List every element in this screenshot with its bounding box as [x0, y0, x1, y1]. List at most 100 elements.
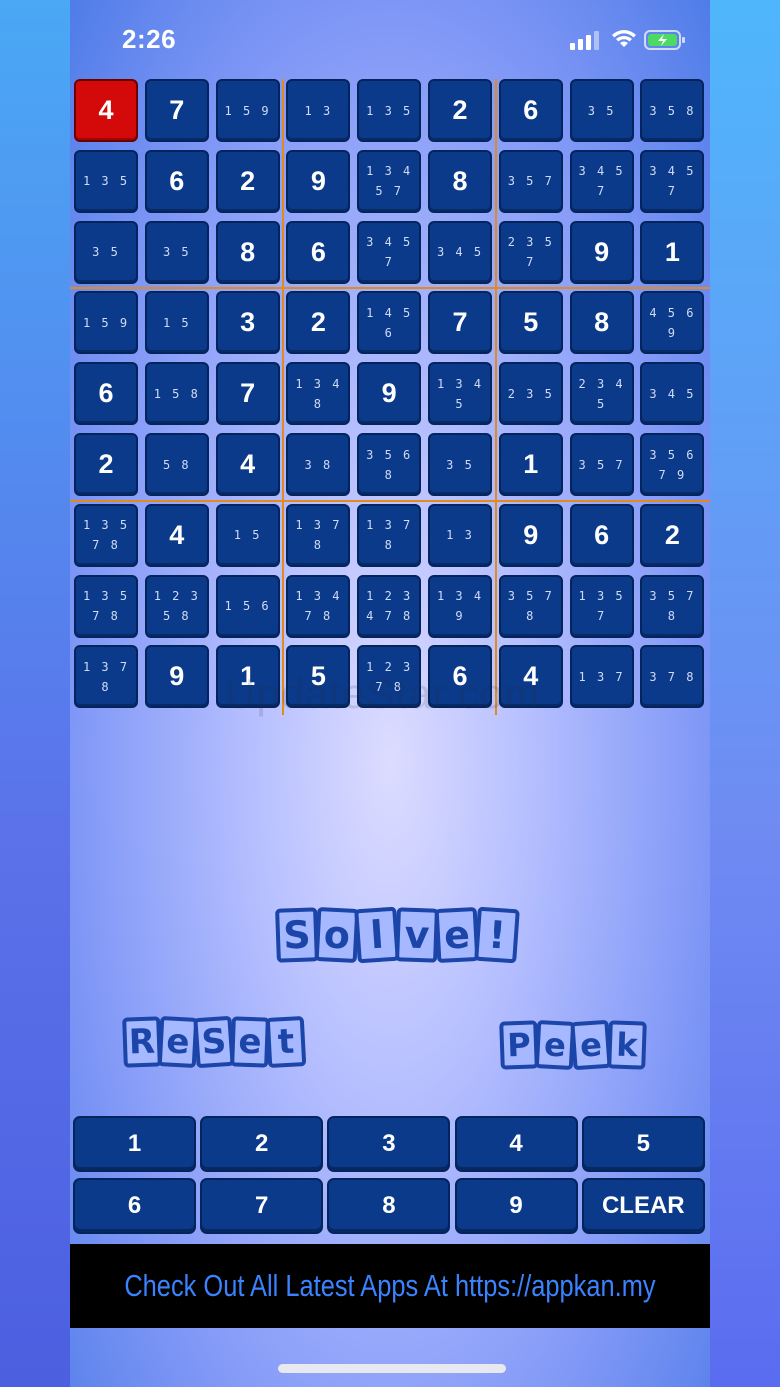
home-indicator[interactable]	[278, 1364, 506, 1373]
sudoku-cell-r7c8[interactable]: 6	[569, 503, 634, 567]
sudoku-cell-r4c6[interactable]: 7	[428, 291, 492, 355]
sudoku-cell-r7c5[interactable]: 1 3 7 8	[357, 503, 422, 567]
sudoku-cell-r3c2[interactable]: 3 5	[144, 220, 209, 284]
keypad-number-3[interactable]: 3	[327, 1116, 451, 1172]
sudoku-cell-r1c1[interactable]: 4	[74, 79, 138, 142]
sudoku-cell-r2c3[interactable]: 2	[215, 149, 280, 213]
sudoku-cell-r1c5[interactable]: 1 3 5	[357, 79, 422, 142]
peek-letter: e	[570, 1019, 612, 1071]
sudoku-cell-r7c9[interactable]: 2	[640, 503, 705, 567]
sudoku-cell-r6c4[interactable]: 3 8	[286, 433, 351, 496]
sudoku-cell-r5c1[interactable]: 6	[74, 362, 138, 426]
sudoku-cell-r5c6[interactable]: 1 3 4 5	[428, 362, 492, 426]
sudoku-cell-r2c2[interactable]: 6	[144, 149, 209, 213]
solve-button[interactable]: So l v e!	[275, 906, 520, 964]
sudoku-cell-r8c6[interactable]: 1 3 4 9	[428, 574, 492, 638]
sudoku-cell-r3c5[interactable]: 3 4 5 7	[357, 220, 422, 284]
sudoku-cell-r7c2[interactable]: 4	[144, 503, 209, 567]
cell-value: 8	[452, 165, 468, 196]
sudoku-cell-r7c1[interactable]: 1 3 5 7 8	[74, 503, 138, 567]
sudoku-cell-r5c8[interactable]: 2 3 4 5	[569, 362, 634, 426]
cell-value: 2	[452, 95, 468, 125]
keypad-number-2[interactable]: 2	[200, 1116, 324, 1172]
keypad-number-9[interactable]: 9	[454, 1178, 578, 1234]
sudoku-cell-r7c4[interactable]: 1 3 7 8	[286, 503, 351, 567]
sudoku-cell-r8c3[interactable]: 1 5 6	[215, 574, 280, 638]
sudoku-cell-r4c4[interactable]: 2	[286, 291, 351, 355]
keypad-number-8[interactable]: 8	[327, 1178, 451, 1234]
sudoku-cell-r8c7[interactable]: 3 5 7 8	[498, 574, 563, 638]
sudoku-cell-r2c7[interactable]: 3 5 7	[498, 149, 563, 213]
sudoku-cell-r8c5[interactable]: 1 2 3 4 7 8	[357, 574, 422, 638]
sudoku-cell-r9c1[interactable]: 1 3 7 8	[74, 645, 138, 709]
sudoku-cell-r5c2[interactable]: 1 5 8	[144, 362, 209, 426]
sudoku-cell-r6c9[interactable]: 3 5 6 7 9	[640, 433, 705, 496]
cell-candidates: 1 3	[446, 528, 474, 543]
cell-value: 4	[98, 95, 114, 125]
sudoku-cell-r3c3[interactable]: 8	[215, 220, 280, 284]
sudoku-cell-r8c9[interactable]: 3 5 7 8	[640, 574, 705, 638]
sudoku-cell-r5c4[interactable]: 1 3 4 8	[286, 362, 351, 426]
ad-banner[interactable]: Check Out All Latest Apps At https://app…	[70, 1244, 710, 1328]
keypad-number-5[interactable]: 5	[581, 1116, 705, 1172]
sudoku-cell-r2c8[interactable]: 3 4 5 7	[569, 149, 634, 213]
keypad-number-1[interactable]: 1	[73, 1116, 196, 1172]
sudoku-cell-r2c4[interactable]: 9	[286, 149, 351, 213]
sudoku-cell-r4c1[interactable]: 1 5 9	[74, 291, 138, 355]
sudoku-cell-r1c8[interactable]: 3 5	[569, 79, 634, 142]
sudoku-cell-r1c9[interactable]: 3 5 8	[640, 79, 705, 142]
sudoku-cell-r1c2[interactable]: 7	[144, 79, 209, 142]
sudoku-cell-r3c1[interactable]: 3 5	[74, 220, 138, 284]
sudoku-cell-r9c2[interactable]: 9	[144, 645, 209, 709]
sudoku-cell-r8c4[interactable]: 1 3 4 7 8	[286, 574, 351, 638]
sudoku-cell-r6c2[interactable]: 5 8	[144, 433, 209, 496]
cell-candidates: 5 8	[162, 457, 191, 472]
sudoku-cell-r7c6[interactable]: 1 3	[428, 503, 492, 567]
sudoku-cell-r6c8[interactable]: 3 5 7	[569, 433, 634, 496]
sudoku-cell-r9c9[interactable]: 3 7 8	[640, 645, 705, 709]
reset-letter: t	[265, 1016, 307, 1068]
cell-value: 7	[240, 378, 256, 409]
sudoku-cell-r2c6[interactable]: 8	[428, 149, 492, 213]
keypad-number-4[interactable]: 4	[454, 1116, 578, 1172]
cell-candidates: 1 3 5 7 8	[82, 518, 130, 553]
sudoku-cell-r4c8[interactable]: 8	[569, 291, 634, 355]
sudoku-cell-r5c7[interactable]: 2 3 5	[498, 362, 563, 426]
sudoku-cell-r6c5[interactable]: 3 5 6 8	[357, 433, 422, 496]
sudoku-cell-r7c7[interactable]: 9	[498, 503, 563, 567]
peek-button[interactable]: Peek	[499, 1019, 647, 1071]
sudoku-cell-r9c8[interactable]: 1 3 7	[569, 645, 634, 709]
keypad-number-6[interactable]: 6	[73, 1178, 196, 1234]
sudoku-cell-r6c3[interactable]: 4	[215, 433, 280, 496]
sudoku-cell-r2c5[interactable]: 1 3 4 5 7	[357, 149, 422, 213]
sudoku-cell-r3c7[interactable]: 2 3 5 7	[498, 220, 563, 284]
sudoku-cell-r3c9[interactable]: 1	[640, 220, 705, 284]
sudoku-cell-r4c9[interactable]: 4 5 6 9	[640, 291, 705, 355]
reset-button[interactable]: ReSet	[122, 1015, 307, 1069]
sudoku-cell-r3c4[interactable]: 6	[286, 220, 351, 284]
sudoku-cell-r4c7[interactable]: 5	[498, 291, 563, 355]
sudoku-cell-r8c8[interactable]: 1 3 5 7	[569, 574, 634, 638]
sudoku-cell-r4c5[interactable]: 1 4 5 6	[357, 291, 422, 355]
sudoku-cell-r5c9[interactable]: 3 4 5	[640, 362, 705, 426]
sudoku-cell-r6c6[interactable]: 3 5	[428, 433, 492, 496]
sudoku-cell-r5c3[interactable]: 7	[215, 362, 280, 426]
sudoku-cell-r1c6[interactable]: 2	[428, 79, 492, 142]
sudoku-cell-r8c1[interactable]: 1 3 5 7 8	[74, 574, 138, 638]
keypad-number-7[interactable]: 7	[200, 1178, 324, 1234]
sudoku-cell-r1c3[interactable]: 1 5 9	[215, 79, 280, 142]
sudoku-cell-r5c5[interactable]: 9	[357, 362, 422, 426]
sudoku-cell-r4c3[interactable]: 3	[215, 291, 280, 355]
sudoku-cell-r8c2[interactable]: 1 2 3 5 8	[144, 574, 209, 638]
sudoku-cell-r3c6[interactable]: 3 4 5	[428, 220, 492, 284]
sudoku-cell-r6c7[interactable]: 1	[498, 433, 563, 496]
sudoku-cell-r6c1[interactable]: 2	[74, 433, 138, 496]
sudoku-cell-r1c4[interactable]: 1 3	[286, 79, 351, 142]
sudoku-cell-r1c7[interactable]: 6	[498, 79, 563, 142]
keypad-clear-button[interactable]: CLEAR	[581, 1178, 705, 1234]
sudoku-cell-r2c9[interactable]: 3 4 5 7	[640, 149, 705, 213]
sudoku-cell-r7c3[interactable]: 1 5	[215, 503, 280, 567]
sudoku-cell-r2c1[interactable]: 1 3 5	[74, 149, 138, 213]
sudoku-cell-r3c8[interactable]: 9	[569, 220, 634, 284]
sudoku-cell-r4c2[interactable]: 1 5	[144, 291, 209, 355]
